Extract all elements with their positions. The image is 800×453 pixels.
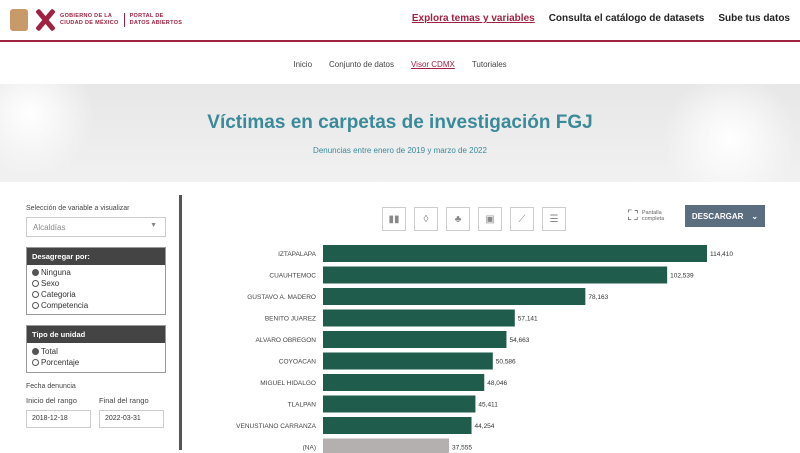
- category-label: ALVARO OBREGON: [256, 337, 317, 344]
- radio-competencia[interactable]: Competencia: [27, 300, 165, 311]
- disaggregate-title: Desagregar por:: [27, 248, 165, 265]
- top-bar: GOBIERNO DE LACIUDAD DE MÉXICO PORTAL DE…: [0, 0, 800, 42]
- chevron-down-icon: ⌄: [751, 212, 758, 221]
- subnav-inicio[interactable]: Inicio: [293, 60, 312, 69]
- radio-porcentaje[interactable]: Porcentaje: [27, 357, 165, 368]
- variable-select[interactable]: Alcaldías ▼: [26, 217, 166, 237]
- value-label: 44,254: [475, 423, 495, 430]
- variable-value: Alcaldías: [33, 223, 65, 232]
- bar-chart-icon[interactable]: ▮▮: [382, 207, 406, 231]
- page-title: Víctimas en carpetas de investigación FG…: [0, 112, 800, 134]
- bar[interactable]: [323, 288, 585, 305]
- fullscreen-label: Pantallacompleta: [642, 210, 664, 222]
- category-label: CUAUHTEMOC: [269, 273, 316, 280]
- radio-label: Categoria: [41, 290, 76, 299]
- fullscreen-icon: ⛶: [628, 207, 638, 224]
- chart-type-toolbar: ▮▮ ◊ ♣ ▣ ⟋ ☰: [382, 207, 566, 231]
- value-label: 102,539: [670, 273, 694, 280]
- chevron-down-icon: ▼: [150, 222, 157, 229]
- value-label: 48,046: [487, 380, 507, 387]
- top-nav: Explora temas y variables Consulta el ca…: [412, 13, 790, 24]
- radio-total[interactable]: Total: [27, 346, 165, 357]
- radio-label: Competencia: [41, 301, 88, 310]
- subnav-visor[interactable]: Visor CDMX: [411, 60, 455, 69]
- category-label: COYOACAN: [279, 359, 317, 366]
- start-label: Inicio del rango: [26, 396, 77, 405]
- bar[interactable]: [323, 267, 667, 284]
- date-title: Fecha denuncia: [26, 383, 165, 390]
- radio-icon: [32, 359, 39, 366]
- category-label: BENITO JUAREZ: [265, 316, 316, 323]
- category-label: MIGUEL HIDALGO: [260, 380, 316, 387]
- radio-label: Sexo: [41, 279, 59, 288]
- end-label: Final del rango: [99, 396, 149, 405]
- bar[interactable]: [323, 310, 515, 327]
- range-start: Inicio del rango 2018-12-18: [26, 396, 91, 428]
- radio-label: Porcentaje: [41, 358, 79, 367]
- fullscreen-button[interactable]: ⛶ Pantallacompleta: [628, 207, 664, 224]
- value-label: 78,163: [588, 294, 608, 301]
- portal-label: PORTAL DEDATOS ABIERTOS: [125, 13, 183, 27]
- value-label: 50,586: [496, 359, 516, 366]
- range-end: Final del rango 2022-03-31: [99, 396, 164, 428]
- sub-nav: Inicio Conjunto de datos Visor CDMX Tuto…: [0, 44, 800, 84]
- category-label: VENUSTIANO CARRANZA: [236, 423, 316, 430]
- radio-sexo[interactable]: Sexo: [27, 278, 165, 289]
- tree-icon[interactable]: ♣: [446, 207, 470, 231]
- category-label: IZTAPALAPA: [278, 251, 317, 258]
- subnav-tutoriales[interactable]: Tutoriales: [472, 60, 507, 69]
- filter-sidebar: Selección de variable a visualizar Alcal…: [10, 195, 182, 450]
- nav-catalogo[interactable]: Consulta el catálogo de datasets: [549, 13, 705, 24]
- radio-icon: [32, 280, 39, 287]
- radio-label: Total: [41, 347, 58, 356]
- cdmx-x-icon: [34, 7, 56, 33]
- unit-title: Tipo de unidad: [27, 326, 165, 343]
- treemap-icon[interactable]: ▣: [478, 207, 502, 231]
- radio-categoria[interactable]: Categoria: [27, 289, 165, 300]
- category-label: TLALPAN: [288, 402, 317, 409]
- bar[interactable]: [323, 374, 484, 391]
- disaggregate-box: Desagregar por: Ninguna Sexo Categoria C…: [26, 247, 166, 315]
- bar-chart: IZTAPALAPA 114,410 CUAUHTEMOC 102,539 GUSTAV…: [195, 243, 780, 453]
- category-label: (NA): [303, 445, 316, 452]
- radio-icon: [32, 302, 39, 309]
- table-icon[interactable]: ☰: [542, 207, 566, 231]
- value-label: 37,555: [452, 445, 472, 452]
- download-label: DESCARGAR: [692, 212, 744, 221]
- radio-icon: [32, 291, 39, 298]
- unit-box: Tipo de unidad Total Porcentaje: [26, 325, 166, 373]
- subnav-conjunto[interactable]: Conjunto de datos: [329, 60, 394, 69]
- nav-sube[interactable]: Sube tus datos: [718, 13, 790, 24]
- drop-icon[interactable]: ◊: [414, 207, 438, 231]
- value-label: 45,411: [478, 402, 498, 409]
- radio-ninguna[interactable]: Ninguna: [27, 267, 165, 278]
- bar[interactable]: [323, 331, 506, 348]
- gov-label: GOBIERNO DE LACIUDAD DE MÉXICO: [60, 13, 125, 27]
- bar[interactable]: [323, 417, 472, 434]
- value-label: 54,663: [509, 337, 529, 344]
- cdmx-logo[interactable]: GOBIERNO DE LACIUDAD DE MÉXICO PORTAL DE…: [10, 4, 182, 36]
- value-label: 114,410: [710, 251, 733, 258]
- bar[interactable]: [323, 353, 493, 370]
- bar[interactable]: [323, 439, 449, 453]
- bar[interactable]: [323, 396, 475, 413]
- hero-banner: Víctimas en carpetas de investigación FG…: [0, 84, 800, 182]
- variable-label: Selección de variable a visualizar: [26, 205, 165, 212]
- line-chart-icon[interactable]: ⟋: [510, 207, 534, 231]
- page-subtitle: Denuncias entre enero de 2019 y marzo de…: [0, 146, 800, 155]
- start-date-input[interactable]: 2018-12-18: [26, 410, 91, 428]
- bar[interactable]: [323, 245, 707, 262]
- date-range: Inicio del rango 2018-12-18 Final del ra…: [26, 396, 165, 428]
- radio-label: Ninguna: [41, 268, 71, 277]
- value-label: 57,141: [518, 316, 538, 323]
- chart-panel: ▮▮ ◊ ♣ ▣ ⟋ ☰ ⛶ Pantallacompleta DESCARGA…: [195, 195, 780, 450]
- end-date-input[interactable]: 2022-03-31: [99, 410, 164, 428]
- radio-selected-icon: [32, 348, 39, 355]
- radio-selected-icon: [32, 269, 39, 276]
- coat-of-arms-icon: [10, 9, 28, 31]
- category-label: GUSTAVO A. MADERO: [247, 294, 316, 301]
- download-button[interactable]: DESCARGAR ⌄: [685, 205, 765, 227]
- nav-explora[interactable]: Explora temas y variables: [412, 13, 535, 24]
